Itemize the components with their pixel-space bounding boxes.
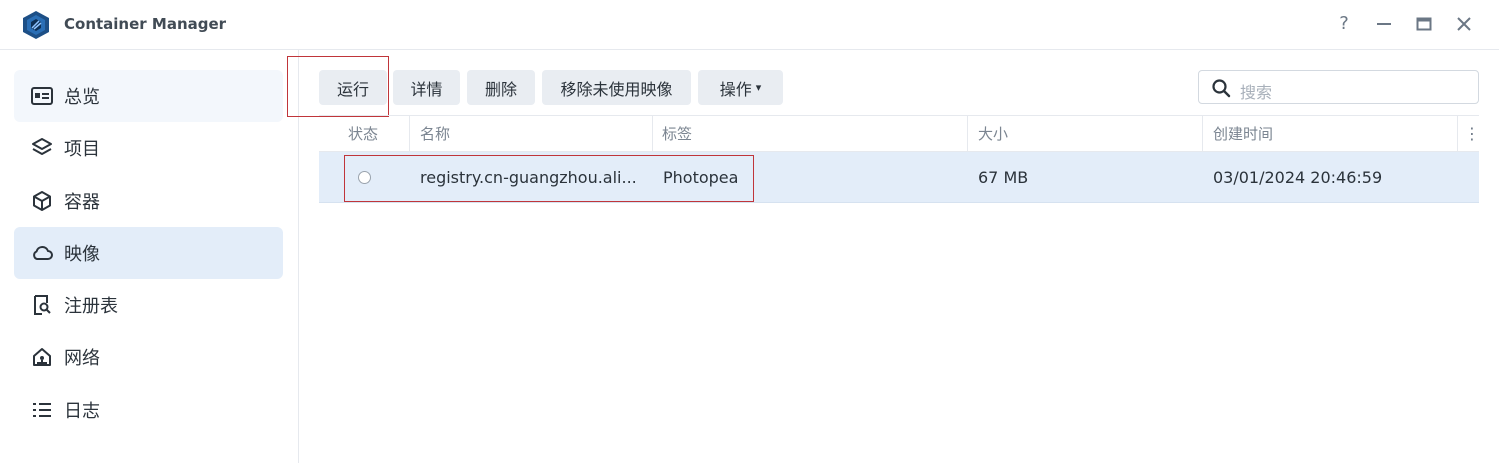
- chevron-down-icon: ▾: [755, 81, 762, 94]
- overview-icon: [31, 85, 53, 107]
- remove-unused-images-button[interactable]: 移除未使用映像: [542, 70, 691, 105]
- close-button[interactable]: [1452, 12, 1476, 36]
- sidebar-item-overview[interactable]: 总览: [14, 70, 283, 122]
- sidebar-item-label: 项目: [64, 139, 100, 160]
- column-header-size[interactable]: 大小: [978, 116, 1008, 152]
- cube-icon: [31, 190, 53, 212]
- maximize-button[interactable]: [1412, 12, 1436, 36]
- help-button[interactable]: ?: [1332, 12, 1356, 36]
- column-menu-icon[interactable]: ⋮: [1464, 116, 1480, 152]
- actions-label: 操作: [719, 79, 752, 99]
- image-name: registry.cn-guangzhou.ali...: [420, 168, 637, 187]
- column-header-name[interactable]: 名称: [420, 116, 450, 152]
- sidebar-item-network[interactable]: 网络: [14, 331, 283, 383]
- column-divider[interactable]: [652, 116, 653, 152]
- sidebar-item-containers[interactable]: 容器: [14, 175, 283, 227]
- image-tag: Photopea: [663, 168, 739, 187]
- sidebar-item-projects[interactable]: 项目: [14, 122, 283, 174]
- column-divider[interactable]: [967, 116, 968, 152]
- details-button[interactable]: 详情: [393, 70, 460, 105]
- actions-dropdown-button[interactable]: 操作 ▾: [698, 70, 783, 105]
- image-created-time: 03/01/2024 20:46:59: [1213, 168, 1383, 187]
- sidebar-item-label: 映像: [64, 244, 100, 265]
- run-button[interactable]: 运行: [319, 70, 387, 105]
- column-divider[interactable]: [1202, 116, 1203, 152]
- column-divider[interactable]: [409, 116, 410, 152]
- table-row[interactable]: registry.cn-guangzhou.ali... Photopea 67…: [319, 152, 1479, 203]
- cloud-icon: [31, 242, 53, 264]
- list-icon: [31, 399, 53, 421]
- status-indicator-icon: [358, 171, 371, 184]
- registry-search-icon: [31, 294, 53, 316]
- search-placeholder: 搜索: [1240, 83, 1273, 102]
- delete-button[interactable]: 删除: [467, 70, 535, 105]
- sidebar-item-registry[interactable]: 注册表: [14, 279, 283, 331]
- sidebar-item-label: 日志: [64, 401, 100, 422]
- column-header-tag[interactable]: 标签: [662, 116, 692, 152]
- app-title: Container Manager: [64, 15, 227, 33]
- sidebar-item-label: 网络: [64, 348, 100, 369]
- table-header: 状态 名称 标签 大小 创建时间 ⋮: [319, 115, 1480, 152]
- app-logo-icon: [23, 11, 49, 39]
- image-size: 67 MB: [978, 168, 1029, 187]
- column-divider[interactable]: [1457, 116, 1458, 152]
- sidebar: 总览 项目 容器 映像 注册表 网络 日志: [0, 50, 299, 463]
- minimize-button[interactable]: [1372, 12, 1396, 36]
- layers-icon: [31, 137, 53, 159]
- sidebar-item-label: 注册表: [64, 296, 118, 317]
- sidebar-item-logs[interactable]: 日志: [14, 384, 283, 436]
- column-header-created[interactable]: 创建时间: [1213, 116, 1273, 152]
- sidebar-item-label: 总览: [64, 87, 100, 108]
- search-input[interactable]: 搜索: [1198, 70, 1479, 104]
- sidebar-item-label: 容器: [64, 192, 100, 213]
- sidebar-item-images[interactable]: 映像: [14, 227, 283, 279]
- search-icon: [1212, 79, 1231, 98]
- title-bar: Container Manager ?: [0, 0, 1499, 50]
- network-home-icon: [31, 346, 53, 368]
- column-header-status[interactable]: 状态: [348, 116, 378, 152]
